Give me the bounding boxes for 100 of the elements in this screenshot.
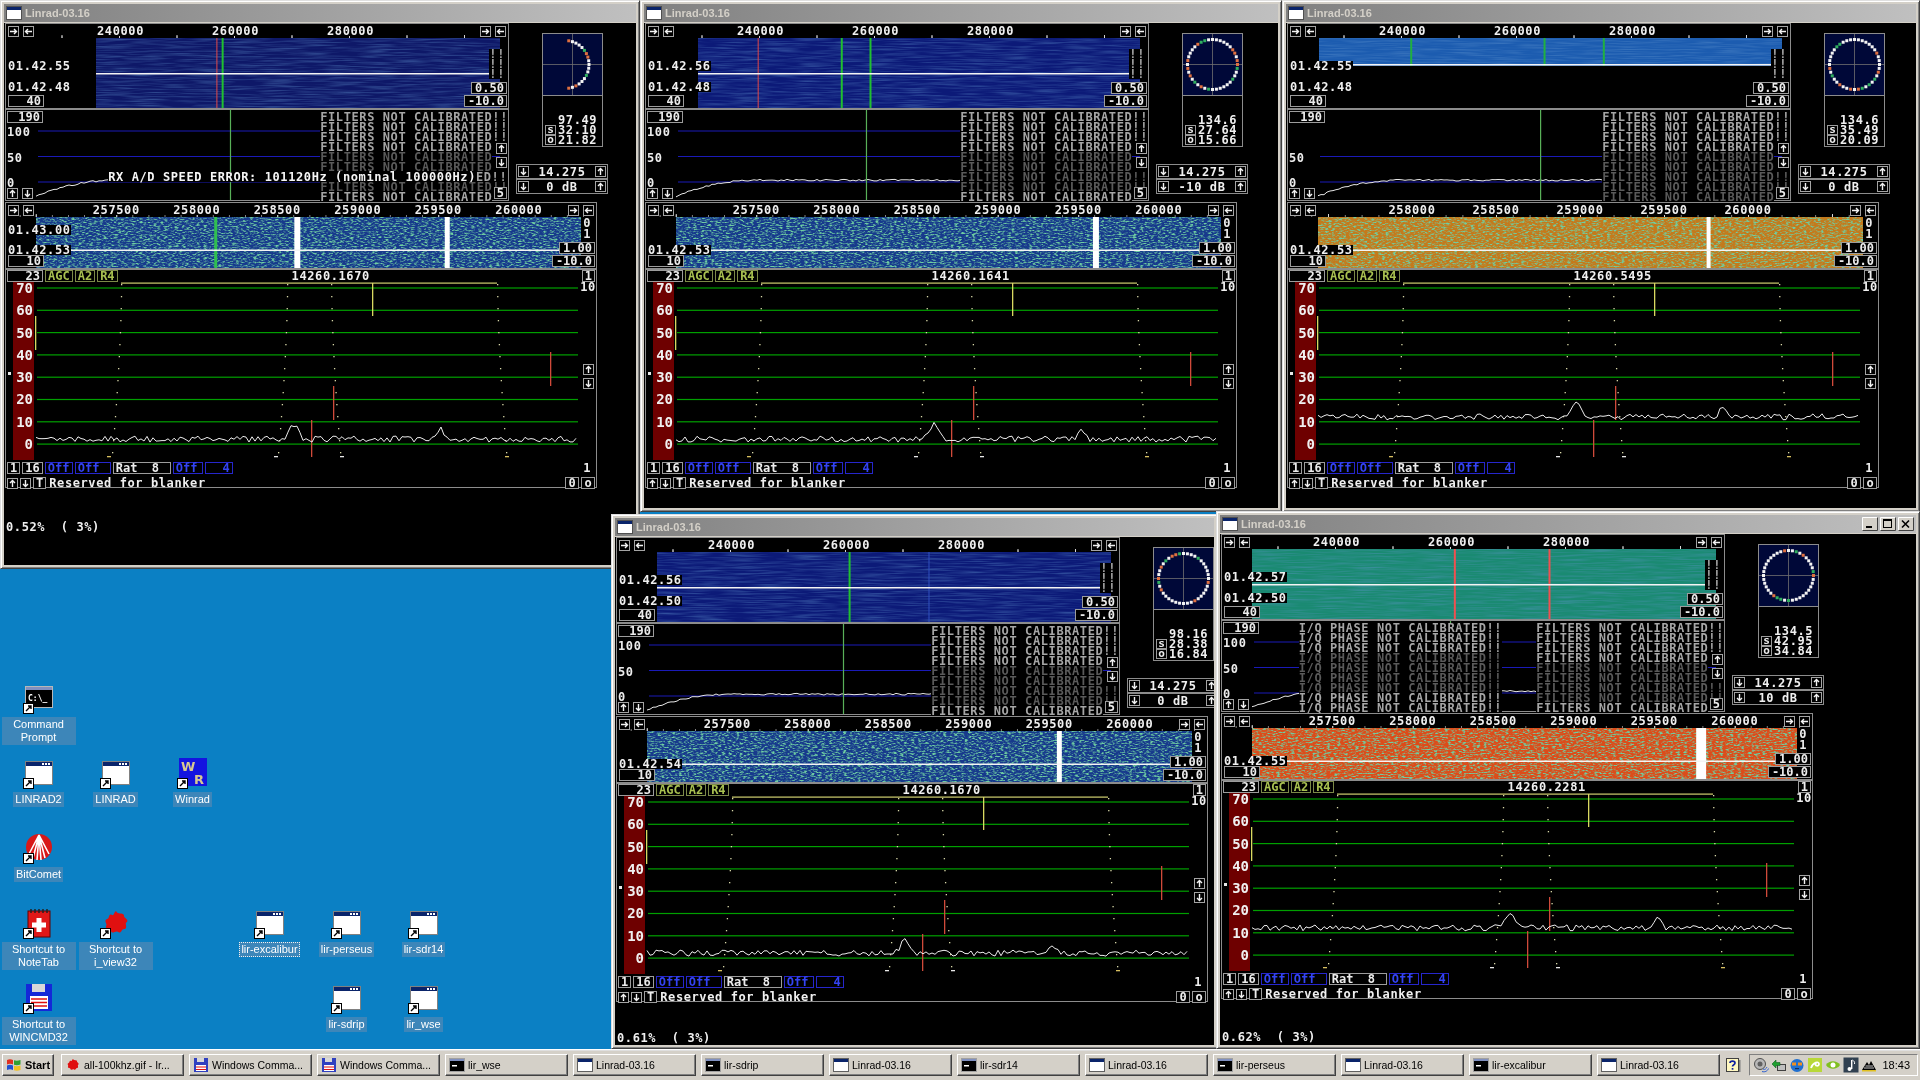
value-button[interactable]: 0.50 <box>1111 82 1147 94</box>
arrow-right-icon[interactable] <box>1224 536 1235 548</box>
arrow-left-icon[interactable] <box>1135 25 1146 37</box>
arrow-up-icon[interactable] <box>1811 677 1822 688</box>
help-icon[interactable] <box>1725 1057 1741 1073</box>
arrow-down-icon[interactable] <box>1129 695 1140 706</box>
arrow-up-icon[interactable] <box>1877 166 1888 177</box>
arrow-right-icon[interactable] <box>1762 25 1773 37</box>
control-button[interactable]: 16 <box>633 976 654 988</box>
arrow-down-icon[interactable] <box>1302 477 1313 489</box>
arrow-down-icon[interactable] <box>496 157 507 168</box>
mode-button[interactable]: R4 <box>97 270 118 282</box>
value-button[interactable]: 0.50 <box>471 82 507 94</box>
value-button[interactable]: 10 <box>1290 255 1326 267</box>
key-button[interactable]: o <box>1761 646 1772 656</box>
arrow-up-icon[interactable] <box>1289 477 1300 489</box>
taskbar-button[interactable]: all-100khz.gif - Ir... <box>61 1054 184 1076</box>
arrow-up-icon[interactable] <box>1778 143 1789 154</box>
mode-button[interactable]: A2 <box>74 270 96 282</box>
value-button[interactable]: -10.0 <box>1075 609 1118 621</box>
window-icon[interactable] <box>6 6 22 20</box>
desktop-icon-label[interactable]: LINRAD <box>93 792 138 807</box>
arrow-right-icon[interactable] <box>1696 536 1707 548</box>
close-icon[interactable] <box>1898 517 1914 531</box>
arrow-up-icon[interactable] <box>1136 143 1147 154</box>
arrow-up-icon[interactable] <box>496 143 507 154</box>
key-button[interactable]: s <box>1185 125 1196 135</box>
speaker-icon[interactable] <box>1753 1057 1769 1073</box>
control-button[interactable]: 1 <box>1289 462 1303 474</box>
arrow-down-icon[interactable] <box>1238 699 1249 710</box>
mode-button[interactable]: AGC <box>45 270 73 282</box>
arrow-up-icon[interactable] <box>1798 875 1810 886</box>
arrow-down-icon[interactable] <box>1158 166 1169 177</box>
desktop-icon-label[interactable]: BitComet <box>13 867 64 882</box>
key-button[interactable]: s <box>1156 639 1167 649</box>
arrow-left-icon[interactable] <box>1239 536 1250 548</box>
mode-button[interactable]: AGC <box>656 784 684 796</box>
control-button[interactable]: o <box>1863 477 1877 489</box>
arrow-up-icon[interactable] <box>7 188 18 199</box>
arrow-right-icon[interactable] <box>1120 25 1131 37</box>
value-button[interactable]: 1.00 <box>1199 242 1235 254</box>
window-icon[interactable] <box>617 520 633 534</box>
value-button[interactable]: 190 <box>618 625 654 637</box>
arrow-down-icon[interactable] <box>22 188 33 199</box>
arrow-left-icon[interactable] <box>1223 204 1234 216</box>
taskbar-button[interactable]: Linrad-03.16 <box>573 1054 696 1076</box>
arrow-down-icon[interactable] <box>1800 181 1811 192</box>
taskbar-button[interactable]: Windows Comma... <box>189 1054 312 1076</box>
arrow-down-icon[interactable] <box>1864 378 1876 389</box>
arrow-down-icon[interactable] <box>660 477 671 489</box>
arrow-right-icon[interactable] <box>568 204 579 216</box>
key-button[interactable]: o <box>545 135 556 145</box>
arrow-up-icon[interactable] <box>7 477 18 489</box>
control-button[interactable]: 16 <box>1304 462 1325 474</box>
mode-button[interactable]: R4 <box>1313 781 1334 793</box>
arrow-left-icon[interactable] <box>495 25 506 37</box>
channel-button[interactable]: 1 <box>1192 784 1206 796</box>
arrow-up-icon[interactable] <box>1222 364 1234 375</box>
value-button[interactable]: 40 <box>8 95 44 107</box>
key-button[interactable]: o <box>1156 649 1167 659</box>
arrow-left-icon[interactable] <box>23 204 34 216</box>
arrow-right-icon[interactable] <box>1179 718 1190 730</box>
arrow-down-icon[interactable] <box>1798 889 1810 900</box>
desktop-icon-label[interactable]: Shortcut to NoteTab <box>1 942 76 970</box>
arrow-down-icon[interactable] <box>1158 181 1169 192</box>
window-icon[interactable] <box>1222 517 1238 531</box>
taskbar-button[interactable]: lir-perseus <box>1213 1054 1336 1076</box>
round-face-icon[interactable] <box>1789 1057 1805 1073</box>
window-icon[interactable] <box>646 6 662 20</box>
taskbar-button[interactable]: lir-sdrip <box>701 1054 824 1076</box>
arrow-down-icon[interactable] <box>582 378 594 389</box>
key-button[interactable]: T <box>1315 477 1329 489</box>
arrow-up-icon[interactable] <box>1107 657 1118 668</box>
value-button[interactable]: 23 <box>647 270 683 282</box>
mode-button[interactable]: R4 <box>708 784 729 796</box>
arrow-left-icon[interactable] <box>1865 204 1876 216</box>
taskbar-button[interactable]: Linrad-03.16 <box>829 1054 952 1076</box>
control-button[interactable]: 16 <box>22 462 43 474</box>
desktop-icon-label[interactable]: lir-sdrip <box>326 1017 367 1032</box>
value-button[interactable]: 10 <box>8 255 44 267</box>
key-button[interactable]: s <box>1827 125 1838 135</box>
taskbar-button[interactable]: lir_wse <box>445 1054 568 1076</box>
arrow-right-icon[interactable] <box>648 25 659 37</box>
key-button[interactable]: o <box>1827 135 1838 145</box>
desktop-icon-label[interactable]: LINRAD2 <box>13 792 64 807</box>
arrow-left-icon[interactable] <box>1799 715 1810 727</box>
control-button[interactable]: Rat 8 <box>1394 462 1453 474</box>
key-button[interactable]: T <box>33 477 47 489</box>
mode-button[interactable]: A2 <box>1356 270 1378 282</box>
control-button[interactable]: Rat 8 <box>723 976 782 988</box>
control-button[interactable]: o <box>1797 988 1811 1000</box>
arrow-left-icon[interactable] <box>1106 539 1117 551</box>
mode-button[interactable]: AGC <box>685 270 713 282</box>
key-button[interactable]: o <box>1185 135 1196 145</box>
letter-tile-icon[interactable]: W R <box>176 757 209 789</box>
control-button[interactable]: Rat 8 <box>752 462 811 474</box>
arrow-up-icon[interactable] <box>595 181 606 192</box>
value-button[interactable]: -10.0 <box>1163 769 1206 781</box>
value-button[interactable]: 190 <box>647 111 683 123</box>
arrow-right-icon[interactable] <box>8 25 19 37</box>
